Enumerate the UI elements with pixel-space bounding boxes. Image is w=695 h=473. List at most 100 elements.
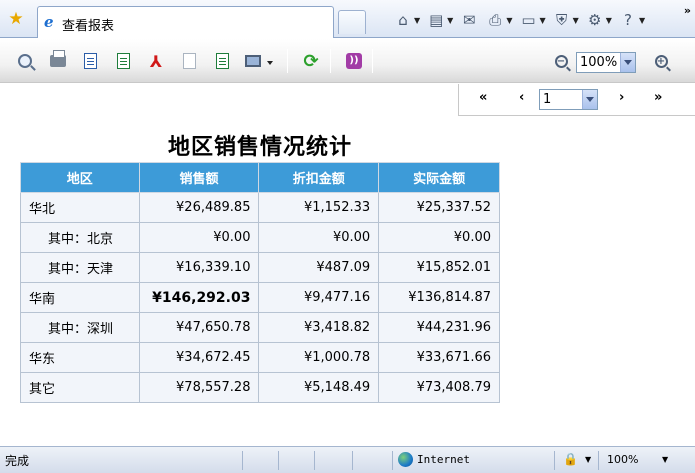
zoom-in-button[interactable]: +	[651, 51, 671, 71]
status-divider	[278, 451, 279, 470]
last-page-button[interactable]: »	[654, 90, 662, 105]
export-word-button[interactable]	[80, 51, 100, 71]
status-bar: 完成 Internet 🔒 ▼ 100% ▼	[0, 446, 695, 473]
zoom-out-icon: −	[554, 54, 568, 68]
chevron-down-icon: ▼	[638, 15, 646, 25]
region-cell: 其它	[20, 372, 140, 403]
table-row: 其中：深圳 ¥47,650.78 ¥3,418.82 ¥44,231.96	[20, 312, 500, 343]
export-csv-button[interactable]	[212, 51, 232, 71]
print-report-button[interactable]	[48, 50, 68, 71]
printer-icon	[50, 50, 66, 67]
status-zoom-level[interactable]: 100%	[607, 453, 638, 466]
next-page-button[interactable]: ›	[619, 90, 624, 105]
mail-icon: ✉	[463, 11, 476, 29]
page-select[interactable]: 1	[539, 89, 598, 110]
column-header-region: 地区	[20, 162, 140, 193]
refresh-button[interactable]: ⟳	[301, 50, 321, 72]
discount-cell: ¥487.09	[258, 252, 380, 283]
word-file-icon	[83, 53, 97, 69]
protected-mode-icon[interactable]: 🔒	[563, 452, 578, 466]
status-divider	[554, 451, 555, 470]
toolbar-separator	[287, 49, 288, 73]
discount-cell: ¥9,477.16	[258, 282, 380, 313]
sales-cell: ¥16,339.10	[138, 252, 260, 283]
help-icon: ?	[623, 11, 632, 29]
print-button[interactable]: ⎙ ▼	[485, 10, 512, 30]
prev-page-button[interactable]: ‹	[519, 90, 524, 105]
first-page-button[interactable]: «	[479, 90, 487, 105]
table-row: 其中：天津 ¥16,339.10 ¥487.09 ¥15,852.01	[20, 252, 500, 283]
region-cell: 其中：天津	[20, 252, 140, 283]
safety-menu-button[interactable]: ⛨ ▼	[552, 10, 579, 30]
chevron-down-icon[interactable]: ▼	[662, 455, 668, 464]
csv-file-icon	[215, 53, 229, 69]
chevron-down-icon: ▼	[414, 15, 421, 25]
actual-cell: ¥136,814.87	[378, 282, 500, 313]
report-toolbar: ⅄ ⟳ )) − 100% +	[0, 39, 695, 83]
sales-cell: ¥78,557.28	[138, 372, 260, 403]
display-mode-button[interactable]	[243, 51, 263, 71]
chevron-down-icon: ▼	[605, 15, 612, 25]
status-divider	[392, 451, 393, 470]
toolbar-overflow-button[interactable]: »	[684, 4, 691, 17]
chevron-down-icon: ▼	[506, 15, 513, 25]
actual-cell: ¥25,337.52	[378, 192, 500, 223]
region-cell: 华北	[20, 192, 140, 223]
column-header-actual: 实际金额	[378, 162, 500, 193]
table-header-row: 地区 销售额 折扣金额 实际金额	[20, 162, 500, 193]
sales-cell-highlight: ¥146,292.03	[138, 282, 260, 313]
refresh-icon: ⟳	[303, 50, 319, 72]
discount-cell: ¥3,418.82	[258, 312, 380, 343]
actual-cell: ¥15,852.01	[378, 252, 500, 283]
table-row: 华南 ¥146,292.03 ¥9,477.16 ¥136,814.87	[20, 282, 500, 313]
actual-cell: ¥0.00	[378, 222, 500, 253]
zoom-select[interactable]: 100%	[576, 52, 636, 73]
tab-title: 查看报表	[62, 19, 115, 34]
tools-menu-button[interactable]: ⚙ ▼	[585, 10, 612, 30]
chevron-down-icon: ▼	[539, 15, 546, 25]
home-icon: ⌂	[398, 11, 408, 29]
discount-cell: ¥0.00	[258, 222, 380, 253]
zoom-out-button[interactable]: −	[551, 51, 571, 71]
page-icon: ▭	[521, 11, 536, 29]
export-excel-button[interactable]	[113, 51, 133, 71]
page-select-value: 1	[543, 92, 552, 107]
column-header-sales: 销售额	[138, 162, 260, 193]
feed-icon: ▤	[429, 11, 444, 29]
browser-tab[interactable]: e 查看报表	[37, 6, 334, 38]
export-text-button[interactable]	[179, 51, 199, 71]
pager: « ‹ 1 › »	[458, 84, 695, 116]
chevron-down-icon[interactable]: ▼	[585, 455, 591, 464]
mail-button[interactable]: ✉	[459, 10, 479, 30]
export-pdf-button[interactable]: ⅄	[146, 51, 166, 71]
chevron-down-icon: ▼	[447, 15, 454, 25]
column-header-discount: 折扣金额	[258, 162, 380, 193]
region-cell: 华东	[20, 342, 140, 373]
chevron-down-icon: ▼	[572, 15, 579, 25]
region-cell: 其中：深圳	[20, 312, 140, 343]
toolbar-separator	[372, 49, 373, 73]
ie-logo-icon: e	[44, 13, 54, 31]
feeds-button[interactable]: ▤ ▼	[426, 10, 453, 30]
search-icon	[18, 54, 32, 68]
sales-cell: ¥0.00	[138, 222, 260, 253]
actual-cell: ¥33,671.66	[378, 342, 500, 373]
discount-cell: ¥5,148.49	[258, 372, 380, 403]
help-menu-button[interactable]: ? ▼	[618, 10, 645, 30]
home-button[interactable]: ⌂ ▼	[393, 10, 420, 30]
new-tab-button[interactable]	[338, 10, 366, 34]
rss-button[interactable]: ))	[344, 51, 364, 71]
actual-cell: ¥73,408.79	[378, 372, 500, 403]
page-menu-button[interactable]: ▭ ▼	[518, 10, 545, 30]
report-table: 地区 销售额 折扣金额 实际金额 华北 ¥26,489.85 ¥1,152.33…	[20, 162, 500, 403]
status-text: 完成	[5, 454, 30, 468]
favorites-star-icon[interactable]: ★	[6, 9, 26, 29]
table-row: 华北 ¥26,489.85 ¥1,152.33 ¥25,337.52	[20, 192, 500, 223]
sales-cell: ¥34,672.45	[138, 342, 260, 373]
discount-cell: ¥1,000.78	[258, 342, 380, 373]
find-button[interactable]	[15, 51, 35, 71]
text-file-icon	[182, 53, 196, 69]
status-divider	[314, 451, 315, 470]
sales-cell: ¥26,489.85	[138, 192, 260, 223]
rss-icon: ))	[346, 53, 362, 69]
